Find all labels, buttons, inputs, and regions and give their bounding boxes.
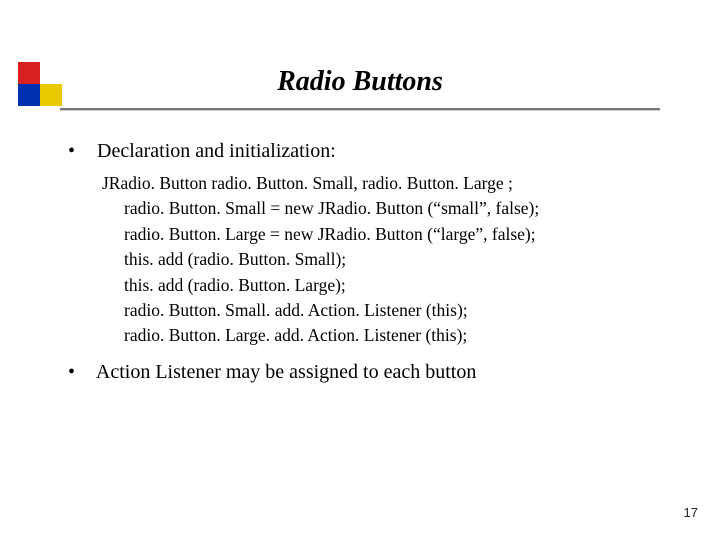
bullet-declaration: Declaration and initialization: <box>72 138 660 165</box>
title-underline <box>60 108 660 110</box>
slide: Radio Buttons Declaration and initializa… <box>0 0 720 540</box>
code-block: JRadio. Button radio. Button. Small, rad… <box>102 171 660 349</box>
code-declaration: JRadio. Button radio. Button. Small, rad… <box>102 171 660 196</box>
code-line-4: radio. Button. Small. add. Action. Liste… <box>124 298 660 323</box>
slide-body: Declaration and initialization: JRadio. … <box>72 138 660 392</box>
code-line-2: this. add (radio. Button. Small); <box>124 247 660 272</box>
code-line-3: this. add (radio. Button. Large); <box>124 273 660 298</box>
code-line-5: radio. Button. Large. add. Action. Liste… <box>124 323 660 348</box>
code-line-1: radio. Button. Large = new JRadio. Butto… <box>124 222 660 247</box>
bullet-action-listener-text: Action Listener may be assigned to each … <box>96 361 476 383</box>
bullet-action-listener: Action Listener may be assigned to each … <box>72 359 660 386</box>
code-line-0: radio. Button. Small = new JRadio. Butto… <box>124 196 660 221</box>
page-number: 17 <box>684 505 698 520</box>
bullet-declaration-text: Declaration and initialization: <box>97 140 336 162</box>
slide-title: Radio Buttons <box>0 66 720 98</box>
